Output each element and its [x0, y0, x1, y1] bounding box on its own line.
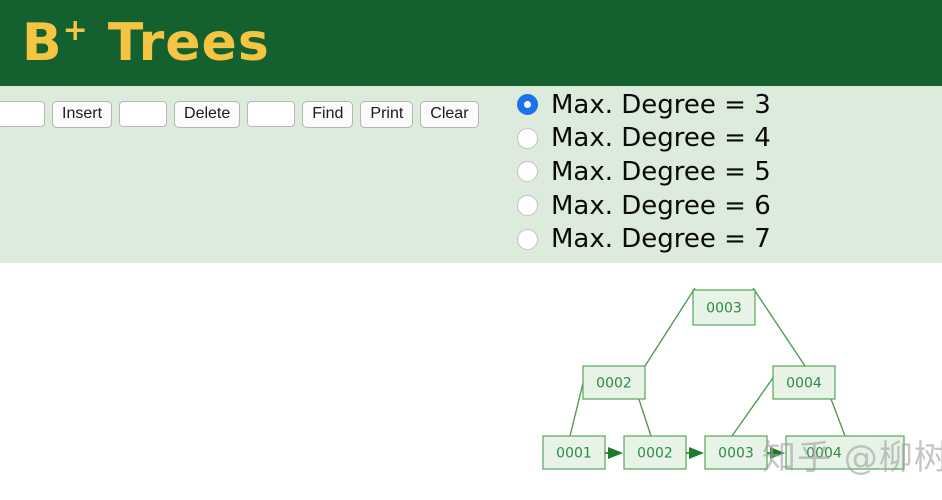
tree-node-root-label: 0003 — [706, 301, 742, 317]
arrow-head-icon — [608, 447, 623, 459]
radio-row-degree-6[interactable]: Max. Degree = 6 — [517, 189, 771, 223]
delete-button[interactable]: Delete — [174, 100, 241, 128]
tree-node-internal-left[interactable]: 0002 — [582, 365, 646, 400]
insert-button[interactable]: Insert — [52, 100, 113, 128]
radio-icon-degree-6[interactable] — [517, 195, 538, 217]
page-title-rest: Trees — [88, 13, 270, 73]
radio-label-degree-4: Max. Degree = 4 — [551, 123, 771, 154]
find-input[interactable] — [247, 101, 296, 127]
radio-label-degree-7: Max. Degree = 7 — [551, 224, 771, 255]
edge-internal-right-to-leaf-3 — [731, 374, 776, 437]
radio-icon-degree-4[interactable] — [517, 127, 538, 149]
find-button[interactable]: Find — [302, 100, 354, 128]
tree-leaf-3[interactable]: 0003 — [704, 435, 768, 470]
insert-input[interactable] — [0, 101, 45, 127]
radio-label-degree-3: Max. Degree = 3 — [551, 89, 771, 120]
page-title-main: B — [22, 13, 63, 73]
tree-node-internal-left-label: 0002 — [596, 376, 632, 392]
radio-icon-degree-5[interactable] — [517, 161, 538, 183]
radio-row-degree-4[interactable]: Max. Degree = 4 — [517, 122, 771, 156]
header-banner: B+ Trees — [0, 0, 942, 86]
radio-row-degree-5[interactable]: Max. Degree = 5 — [517, 155, 771, 189]
page-title: B+ Trees — [22, 8, 270, 78]
tree-leaf-2[interactable]: 0002 — [623, 435, 687, 470]
radio-label-degree-5: Max. Degree = 5 — [551, 156, 771, 187]
print-button[interactable]: Print — [360, 100, 414, 128]
tree-node-internal-right[interactable]: 0004 — [772, 365, 836, 400]
toolbar: Insert Delete Find Print Clear — [0, 99, 479, 129]
radio-row-degree-3[interactable]: Max. Degree = 3 — [517, 88, 771, 122]
tree-node-internal-right-label: 0004 — [786, 376, 822, 392]
leaf-link-arrow-1-2 — [605, 447, 623, 459]
tree-leaf-1-label: 0001 — [556, 446, 592, 462]
tree-node-root[interactable]: 0003 — [692, 289, 756, 326]
clear-button[interactable]: Clear — [420, 100, 479, 128]
tree-leaf-1[interactable]: 0001 — [542, 435, 606, 470]
btree-diagram: 0003 0002 0004 0001 0002 0003 0004 — [542, 287, 905, 470]
radio-icon-degree-7[interactable] — [517, 228, 538, 250]
tree-leaf-4[interactable]: 0004 — [785, 435, 905, 470]
edge-root-to-internal-right — [752, 287, 806, 367]
degree-radio-group: Max. Degree = 3 Max. Degree = 4 Max. Deg… — [517, 88, 771, 256]
tree-leaf-4-box — [785, 435, 905, 470]
tree-canvas[interactable]: 0003 0002 0004 0001 0002 0003 0004 — [0, 263, 942, 500]
leaf-link-arrow-2-3 — [686, 447, 704, 459]
edge-root-to-internal-left — [644, 287, 696, 367]
page-title-superscript: + — [62, 12, 89, 48]
radio-icon-degree-3[interactable] — [517, 94, 538, 116]
leaf-link-arrow-3-4 — [767, 447, 785, 459]
radio-label-degree-6: Max. Degree = 6 — [551, 190, 771, 221]
control-band: Insert Delete Find Print Clear Max. Degr… — [0, 86, 942, 263]
tree-leaf-4-label: 0004 — [806, 446, 842, 462]
tree-leaf-2-label: 0002 — [637, 446, 673, 462]
arrow-head-icon — [689, 447, 704, 459]
radio-row-degree-7[interactable]: Max. Degree = 7 — [517, 222, 771, 256]
tree-leaf-3-label: 0003 — [718, 446, 754, 462]
delete-input[interactable] — [119, 101, 168, 127]
arrow-head-icon — [770, 447, 785, 459]
